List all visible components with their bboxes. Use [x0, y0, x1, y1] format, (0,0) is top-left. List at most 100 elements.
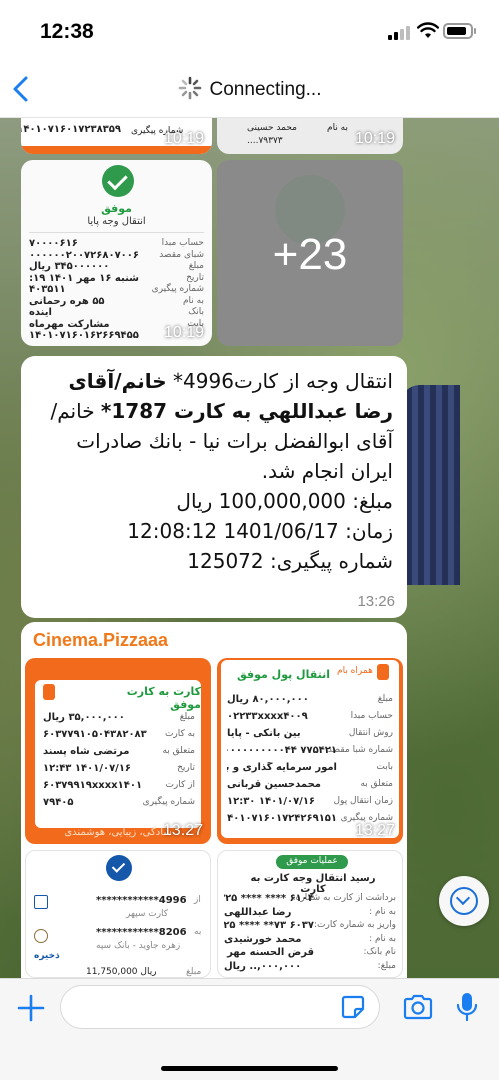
code-text: ۷۹۳۷۳.... [247, 136, 283, 146]
destination-card-number: ************8206 [96, 927, 187, 938]
text-message[interactable]: انتقال وجه از کارت4996* خانم/آقای رضا عب… [21, 356, 407, 618]
row-label: متعلق به [162, 746, 195, 756]
home-indicator [161, 1066, 338, 1071]
row-label: به کارت [164, 729, 195, 739]
recipient-label: به نام [327, 123, 349, 133]
composer-bar [0, 978, 499, 1080]
row-value: محمدحسین قربانی [227, 779, 321, 790]
photo-message[interactable]: عملیات موفق رسید انتقال وجه کارت به کارت… [217, 850, 403, 978]
row-label: مبلغ [377, 694, 393, 704]
row-label: شماره شبا مقصد [327, 745, 393, 755]
status-time: 12:38 [40, 20, 94, 43]
microphone-icon[interactable] [456, 991, 478, 1023]
row-value: ۶۰۳۷۹۹۱۹xxxx۱۴۰۱ [43, 780, 143, 791]
bam-logo-icon [377, 664, 389, 680]
amount-value: 11,750,000 ریال [86, 967, 157, 977]
row-value: ۰۰۰,۰۰۰,.. ریال [224, 960, 302, 972]
message-body: انتقال وجه از کارت4996* خانم/آقای رضا عب… [35, 366, 393, 576]
receipt-title: انتقال وجه پایا [87, 216, 146, 227]
sender-name[interactable]: Cinema.Pizzaaa [33, 630, 168, 651]
message-field[interactable] [60, 985, 380, 1029]
row-value: IR۴۳۰۱۶۰۰۰۰۰۰۰۰۰۰۴۴ ۷۷۵۴۲۱ [227, 745, 337, 756]
message-time: 13:27 [354, 822, 395, 839]
row-value: ۸۰,۰۰۰,۰۰۰ ریال [227, 694, 309, 705]
message-time: 10:19 [163, 130, 204, 147]
message-tracking: شماره پیگیری: 125072 [187, 549, 393, 573]
row-label: واریز به شماره کارت: [313, 920, 396, 930]
more-photos-count: +23 [272, 230, 348, 279]
message-datetime: زمان: 1401/06/17 12:08:12 [127, 519, 393, 543]
message-input[interactable] [75, 987, 345, 1027]
connection-status: Connecting... [0, 76, 499, 101]
row-value: ۶۱۰۴ **** **** ۱۳۲۵ [224, 893, 314, 904]
wifi-icon [417, 22, 439, 38]
loading-spinner-icon [178, 76, 201, 100]
row-value: ۰۲۲۳۳xxxx۴۰۰۹ [227, 711, 308, 722]
photo-message[interactable]: ************4996 کارت سپهر از **********… [25, 850, 211, 978]
source-card-name: کارت سپهر [126, 909, 169, 919]
message-time: 10:19 [354, 130, 395, 147]
message-time: 13:26 [357, 593, 395, 610]
row-value: مشارکت مهرماه [29, 318, 110, 330]
row-value: ۶۰۳۷۷۹۱۰۵۰۴۳۸۲۰۸۳ [43, 729, 147, 740]
row-label: زمان انتقال پول [333, 796, 394, 806]
success-check-icon [102, 165, 134, 197]
photo-message[interactable]: محمد حسینی به نام ۷۹۳۷۳.... 10:19 [217, 118, 403, 154]
row-label: شبای مقصد [159, 249, 204, 260]
row-value: مرتضی شاه پسند [43, 746, 130, 757]
message-time: 10:19 [163, 324, 204, 341]
sticker-icon[interactable] [340, 994, 366, 1020]
row-label: به نام : [369, 906, 396, 917]
from-label: از [194, 895, 201, 905]
card-title: انتقال پول موفق [237, 668, 331, 681]
row-value: ۳۴۵۰۰۰۰۰۰ ریال [29, 261, 110, 272]
camera-icon[interactable] [402, 993, 434, 1021]
save-link[interactable]: ذخیره [34, 951, 60, 961]
battery-icon [443, 23, 476, 39]
row-label: مبلغ [188, 261, 204, 271]
photo-message[interactable]: ۱۴۰۱۰۷۱۶۰۱۷۲۳۸۳۵۹ شماره پیگیری 10:19 [21, 118, 212, 154]
message-time: 13:27 [162, 822, 203, 839]
cellular-signal-icon [388, 24, 412, 40]
row-value: قرض الحسنه مهر ایران [224, 947, 314, 958]
row-label: شماره پیگیری [142, 797, 195, 807]
bank-logo-icon [34, 929, 48, 943]
scroll-to-bottom-button[interactable] [439, 876, 489, 926]
attach-plus-icon[interactable] [16, 993, 46, 1023]
row-label: مبلغ: [377, 960, 396, 971]
row-label: به نام : [369, 933, 396, 944]
tracking-number: ۱۴۰۱۰۷۱۶۰۱۷۲۳۸۳۵۹ [21, 124, 121, 135]
row-value: ۱۴۰۱/۰۷/۱۶ ۱۲:۳۰ [227, 796, 316, 807]
row-label: بابت [376, 762, 393, 772]
row-label: نام بانک: [363, 947, 396, 957]
destination-card-name: زهره جاوید - بانک سپه [96, 941, 181, 951]
photo-message[interactable]: همراه بام انتقال پول موفق مبلغ ۸۰,۰۰۰,۰۰۰… [217, 658, 403, 844]
row-label: شماره پیگیری [151, 284, 204, 294]
row-value: شنبه ۱۶ مهر ۱۴۰۱ ۰۹:۱۹ [29, 272, 139, 284]
bank-logo-icon [34, 895, 48, 909]
message-amount: مبلغ: 100,000,000 ریال [176, 489, 393, 513]
source-card-number: ************4996 [96, 895, 187, 906]
more-photos-tile[interactable]: +23 [217, 160, 403, 346]
row-label: از کارت [165, 780, 195, 790]
photo-message[interactable]: کارت به کارت موفق مبلغ ۳۵,۰۰۰,۰۰۰ ریال به … [25, 658, 211, 844]
row-label: مبلغ [179, 712, 195, 722]
row-label: حساب مبدا [161, 238, 204, 248]
photo-message[interactable]: موفق انتقال وجه پایا حساب مبدا ۷۰۰۰۰۶۱۶ شب… [21, 160, 212, 346]
row-value: بین بانکی - پایا [227, 728, 301, 739]
row-value: رضا عبداللهی [224, 906, 292, 918]
row-value: محمد خورشیدی [224, 933, 302, 945]
message-text-prefix: انتقال وجه از کارت4996* [166, 369, 393, 393]
row-label: بانک [188, 307, 204, 317]
status-text: موفق [101, 203, 132, 215]
row-value: ۳۵,۰۰۰,۰۰۰ ریال [43, 712, 125, 723]
receipt-title: رسید انتقال وجه کارت به کارت [250, 873, 376, 895]
to-label: به [194, 927, 202, 937]
recipient-name: محمد حسینی [247, 123, 297, 133]
row-label: حساب مبدا [350, 711, 393, 721]
row-value: آینده [29, 307, 52, 318]
row-value: ۷۹۴۰۵ [43, 797, 74, 808]
status-text: عملیات موفق [286, 856, 338, 866]
row-value: ۶۰۳۷ ۷۳** **** ۴۸۲۵ [224, 920, 314, 931]
row-value: ۵۵ هره رحمانی [29, 295, 105, 307]
